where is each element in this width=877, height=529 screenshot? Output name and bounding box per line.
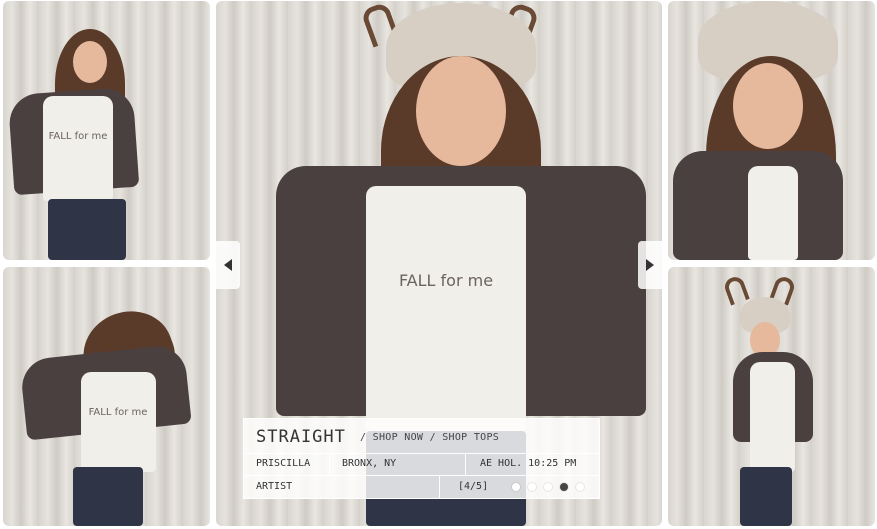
shop-links: / SHOP NOW / SHOP TOPS [360,432,499,443]
photo-face [73,41,107,83]
shop-tops-link[interactable]: SHOP TOPS [442,432,499,443]
shirt-graphic: FALL for me [48,131,108,142]
info-details-row: PRISCILLA BRONX, NY AE HOL. 10:25 PM [244,453,599,476]
pager-dots [512,483,584,491]
thumbnail-bottom-right[interactable] [668,267,875,526]
slide-counter: [4/5] [458,481,489,492]
hat-antler-left [722,274,750,306]
shop-now-link[interactable]: SHOP NOW [373,432,424,443]
separator: / [429,432,436,443]
timestamp: AE HOL. 10:25 PM [480,458,577,469]
pager-dot[interactable] [576,483,584,491]
pager-dot[interactable] [528,483,536,491]
photo-jeans [48,199,126,260]
pager-dot[interactable] [544,483,552,491]
person-role: ARTIST [244,475,440,499]
person-name: PRISCILLA [244,453,330,475]
separator: / [360,432,367,443]
photo-face [416,56,506,166]
person-location: BRONX, NY [330,453,466,475]
photo-shirt [748,166,798,260]
photo-face [733,63,803,149]
photo-jeans [73,467,143,526]
photo-shirt [81,372,156,472]
photo-shirt [43,96,113,201]
pager-dot[interactable] [512,483,520,491]
info-panel: STRAIGHT / SHOP NOW / SHOP TOPS PRISCILL… [243,418,600,499]
photo-jeans [740,467,792,526]
info-footer-row: ARTIST [4/5] [244,475,599,499]
pager-dot[interactable] [560,483,568,491]
thumbnail-top-left[interactable]: FALL for me [3,1,210,260]
style-headline: STRAIGHT [256,427,346,447]
thumbnail-bottom-left[interactable]: FALL for me [3,267,210,526]
chevron-left-icon [224,259,232,271]
next-button[interactable] [638,241,662,289]
info-header-row: STRAIGHT / SHOP NOW / SHOP TOPS [244,419,599,454]
shirt-graphic: FALL for me [398,271,494,290]
photo-shirt [366,186,526,431]
pager: [4/5] [440,475,601,499]
prev-button[interactable] [216,241,240,289]
shirt-graphic: FALL for me [88,407,148,418]
thumbnail-top-right[interactable] [668,1,875,260]
chevron-right-icon [646,259,654,271]
photo-shirt [750,362,795,472]
